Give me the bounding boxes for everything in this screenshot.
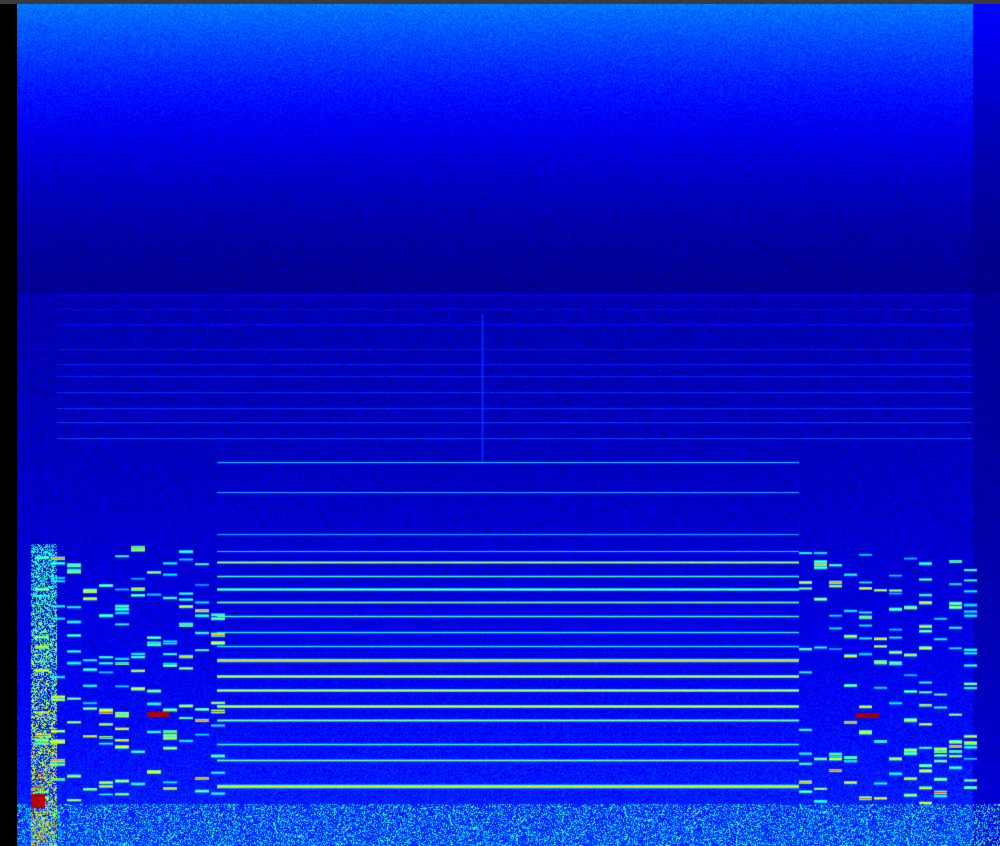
left-margin-strip <box>0 4 17 846</box>
spectrogram-viewer <box>0 0 1000 846</box>
spectrogram-canvas <box>17 4 1000 846</box>
